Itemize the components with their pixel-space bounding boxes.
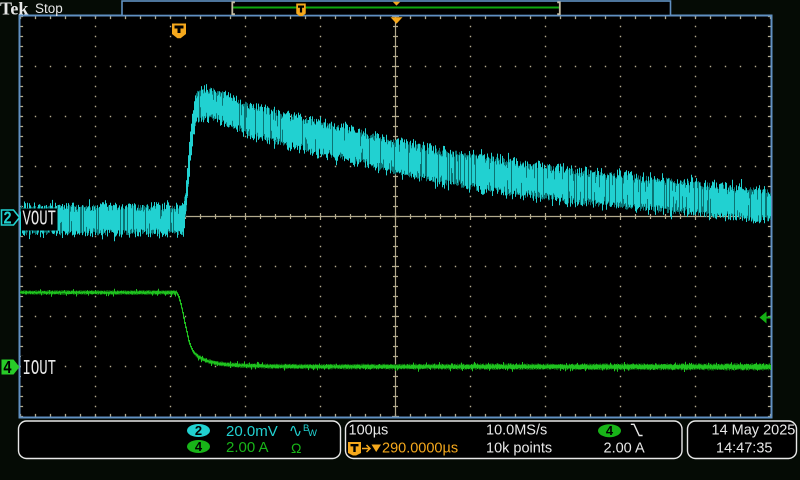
svg-text:2: 2 bbox=[195, 423, 202, 438]
svg-text:VOUT: VOUT bbox=[23, 208, 57, 232]
svg-text:20.0mV: 20.0mV bbox=[226, 423, 278, 440]
svg-text:Stop: Stop bbox=[35, 1, 63, 16]
svg-text:10.0MS/s: 10.0MS/s bbox=[486, 423, 547, 439]
svg-text:4: 4 bbox=[3, 358, 12, 379]
svg-text:Tek: Tek bbox=[0, 0, 28, 19]
svg-text:4: 4 bbox=[195, 439, 203, 454]
svg-text:W: W bbox=[308, 428, 317, 439]
svg-text:2.00 A: 2.00 A bbox=[604, 441, 645, 457]
svg-text:Ω: Ω bbox=[291, 440, 301, 456]
svg-text:14 May 2025: 14 May 2025 bbox=[712, 423, 796, 439]
svg-text:2: 2 bbox=[3, 209, 12, 230]
svg-text:4: 4 bbox=[606, 423, 614, 438]
svg-text:290.0000µs: 290.0000µs bbox=[382, 441, 458, 457]
svg-text:10k points: 10k points bbox=[486, 441, 552, 457]
svg-text:IOUT: IOUT bbox=[23, 358, 57, 382]
svg-text:2.00 A: 2.00 A bbox=[226, 439, 269, 456]
svg-text:14:47:35: 14:47:35 bbox=[716, 441, 772, 457]
svg-text:100µs: 100µs bbox=[349, 423, 389, 439]
